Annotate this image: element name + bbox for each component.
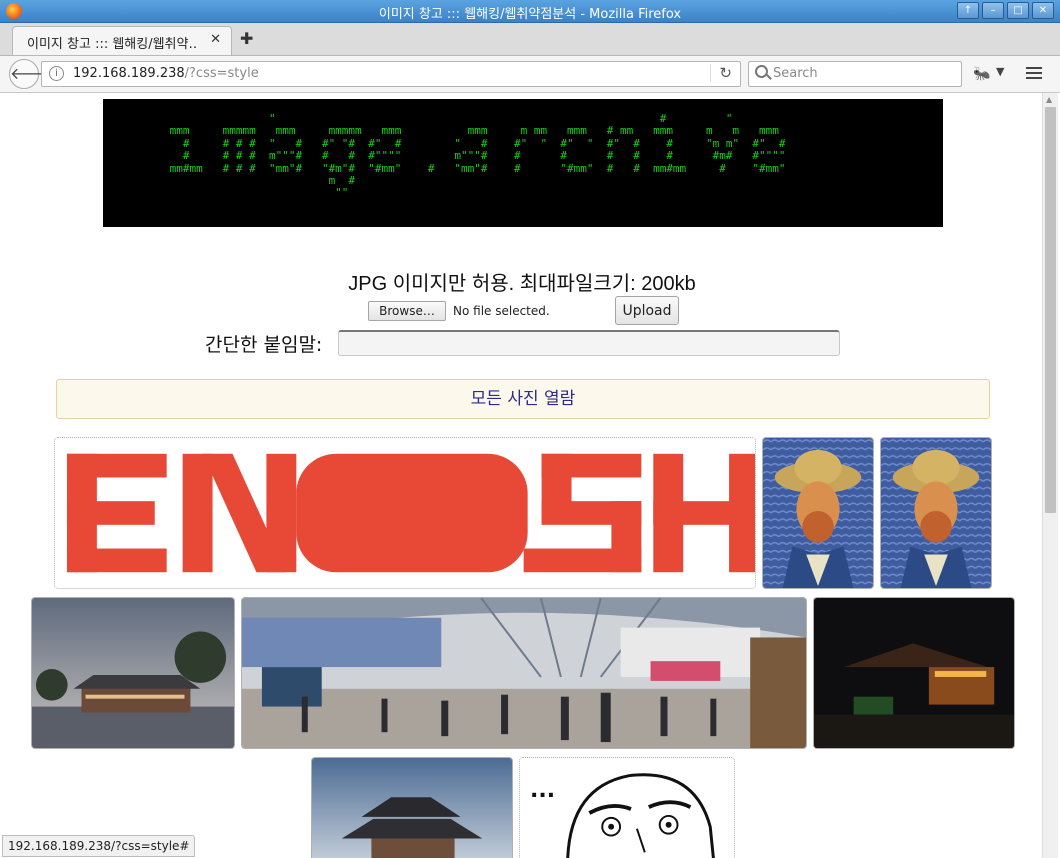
status-bar-url: 192.168.189.238/?css=style#: [2, 835, 196, 857]
van-gogh-art: [881, 438, 991, 588]
browse-button[interactable]: Browse…: [368, 301, 446, 321]
window-titlebar: 이미지 창고 ::: 웹해킹/웹취약점분석 - Mozilla Firefox …: [0, 0, 1060, 23]
search-icon: [755, 65, 768, 78]
ascii-banner: " # " mmm mmmmm mmm mmmmm mmm mmm m mm m…: [103, 99, 943, 227]
url-host: 192.168.189.238: [73, 66, 185, 81]
page-viewport: " # " mmm mmmmm mmm mmmmm mmm mmm m mm m…: [2, 93, 1042, 858]
gate-art: [312, 758, 512, 858]
tab-strip: 이미지 창고 ::: 웹해킹/웹취약… ✕ ✚: [0, 23, 1060, 56]
gallery-van-gogh-portrait-2[interactable]: [880, 437, 992, 589]
file-status-text: No file selected.: [453, 304, 550, 318]
navigation-bar: 🡐 i 192.168.189.238/?css=style ↻ Search …: [0, 56, 1060, 93]
upload-button[interactable]: Upload: [615, 296, 679, 325]
ascii-banner-text: " # " mmm mmmmm mmm mmmmm mmm mmm m mm m…: [169, 112, 786, 200]
gallery-station-panorama-photo[interactable]: [241, 597, 807, 749]
gallery-rage-face-image[interactable]: ...: [519, 757, 735, 858]
caption-input[interactable]: [338, 330, 840, 356]
site-info-icon[interactable]: i: [49, 66, 64, 81]
page-scrollbar[interactable]: ▲: [1042, 93, 1058, 858]
url-text: 192.168.189.238/?css=style: [73, 66, 259, 81]
reload-icon[interactable]: ↻: [710, 64, 732, 82]
search-placeholder: Search: [773, 66, 818, 81]
hamburger-menu-icon[interactable]: [1026, 64, 1042, 82]
palace-dusk-art: [32, 598, 234, 748]
window-title: 이미지 창고 ::: 웹해킹/웹취약점분석 - Mozilla Firefox: [378, 7, 682, 22]
search-bar[interactable]: Search: [748, 61, 962, 87]
window-close-button[interactable]: ✕: [1032, 2, 1054, 19]
van-gogh-art: [763, 438, 873, 588]
extension-icon[interactable]: 🐜: [973, 66, 990, 82]
window-minimize-button[interactable]: –: [982, 2, 1004, 19]
station-panorama-art: [242, 598, 806, 748]
ellipsis-text: ...: [530, 778, 556, 803]
extension-dropdown-icon[interactable]: ▼: [996, 65, 1004, 78]
back-button[interactable]: 🡐: [9, 59, 53, 89]
window-controls: ↑ – □ ✕: [957, 2, 1054, 19]
url-path: /?css=style: [184, 66, 259, 81]
url-bar[interactable]: i 192.168.189.238/?css=style ↻: [41, 61, 741, 87]
enough-image-art: [55, 438, 755, 588]
tab-close-icon[interactable]: ✕: [210, 32, 221, 47]
upload-notice: JPG 이미지만 허용. 최대파일크기: 200kb: [348, 273, 696, 295]
caption-label: 간단한 붙임말:: [205, 334, 323, 356]
window-up-button[interactable]: ↑: [957, 2, 979, 19]
scrollbar-thumb[interactable]: [1045, 107, 1056, 513]
gallery-night-pavilion-photo[interactable]: [813, 597, 1015, 749]
night-pavilion-art: [814, 598, 1014, 748]
rage-face-art: [520, 758, 734, 858]
new-tab-button[interactable]: ✚: [240, 29, 253, 48]
gallery-van-gogh-portrait-1[interactable]: [762, 437, 874, 589]
tab-image-archive[interactable]: 이미지 창고 ::: 웹해킹/웹취약… ✕: [12, 26, 232, 55]
tab-label: 이미지 창고 ::: 웹해킹/웹취약…: [27, 37, 197, 52]
view-all-photos-link[interactable]: 모든 사진 열람: [56, 379, 990, 419]
window-maximize-button[interactable]: □: [1007, 2, 1029, 19]
scroll-up-arrow-icon[interactable]: ▲: [1046, 95, 1052, 104]
gallery-gate-photo[interactable]: [311, 757, 513, 858]
gallery-enough-image[interactable]: [54, 437, 756, 589]
gallery-palace-dusk-photo[interactable]: [31, 597, 235, 749]
